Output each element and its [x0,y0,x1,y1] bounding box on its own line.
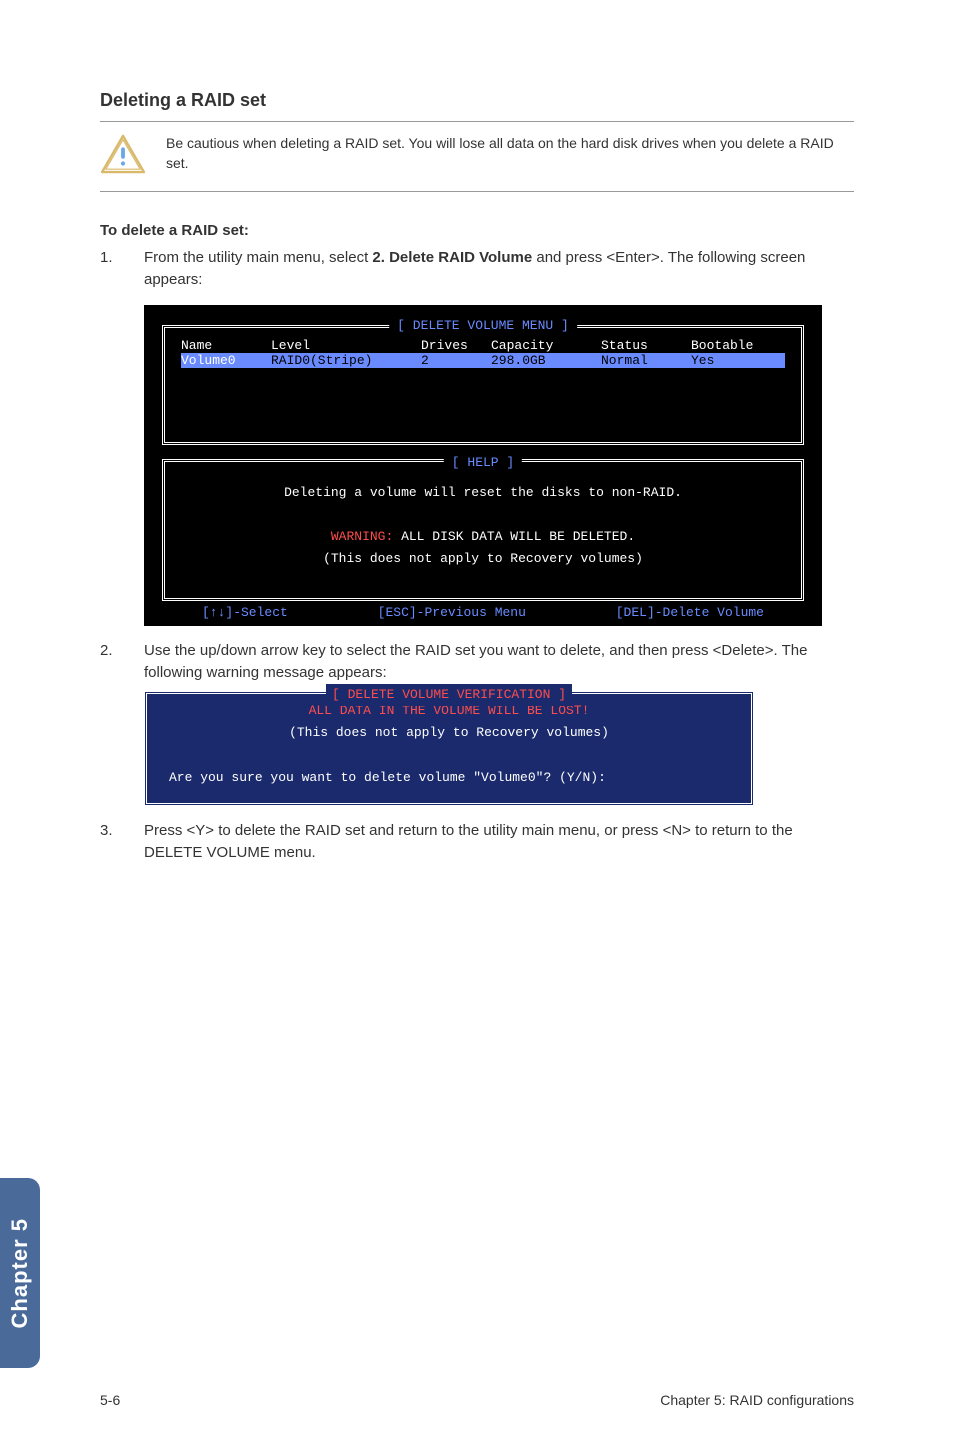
step-2-text: Use the up/down arrow key to select the … [144,640,854,684]
footer-delete: [DEL]-Delete Volume [616,605,764,620]
help-line-3: (This does not apply to Recovery volumes… [181,548,785,570]
sub-title: To delete a RAID set: [100,222,854,239]
col-status: Status [601,338,691,353]
step-1-number: 1. [100,247,120,291]
footer-previous: [ESC]-Previous Menu [378,605,526,620]
table-row[interactable]: Volume0 RAID0(Stripe) 2 298.0GB Normal Y… [181,353,785,368]
cell-name: Volume0 [181,353,271,368]
step-1-text: From the utility main menu, select 2. De… [144,247,854,291]
caution-text: Be cautious when deleting a RAID set. Yo… [166,134,854,173]
verify-dialog: [ DELETE VOLUME VERIFICATION ] ALL DATA … [144,691,754,805]
verify-line-2: (This does not apply to Recovery volumes… [169,722,729,744]
verify-title: [ DELETE VOLUME VERIFICATION ] [326,684,572,706]
col-drives: Drives [421,338,491,353]
page-footer: 5-6 Chapter 5: RAID configurations [100,1392,854,1408]
bios-delete-menu: [ DELETE VOLUME MENU ] Name Level Drives… [144,305,822,626]
col-name: Name [181,338,271,353]
col-bootable: Bootable [691,338,771,353]
cell-drives: 2 [421,353,491,368]
step-1-text-a: From the utility main menu, select [144,249,372,266]
cell-status: Normal [601,353,691,368]
help-line-1: Deleting a volume will reset the disks t… [181,482,785,504]
col-capacity: Capacity [491,338,601,353]
caution-icon [100,134,146,179]
section-title: Deleting a RAID set [100,90,854,111]
chapter-tab: Chapter 5 [0,1178,40,1368]
page-chapter-label: Chapter 5: RAID configurations [660,1392,854,1408]
delete-volume-title: [ DELETE VOLUME MENU ] [389,318,577,333]
bios-footer: [↑↓]-Select [ESC]-Previous Menu [DEL]-De… [162,601,804,620]
step-3-number: 3. [100,820,120,864]
divider-top [100,121,854,122]
verify-line-3: Are you sure you want to delete volume "… [169,767,729,789]
help-warning-text: ALL DISK DATA WILL BE DELETED. [393,529,635,544]
step-2-number: 2. [100,640,120,684]
col-level: Level [271,338,421,353]
page-number: 5-6 [100,1392,120,1408]
divider-bottom [100,191,854,192]
help-title: [ HELP ] [444,452,522,474]
step-1-text-bold: 2. Delete RAID Volume [372,249,532,266]
cell-bootable: Yes [691,353,771,368]
cell-capacity: 298.0GB [491,353,601,368]
help-warning-line: WARNING: ALL DISK DATA WILL BE DELETED. [181,526,785,548]
help-box: [ HELP ] Deleting a volume will reset th… [162,459,804,601]
step-3-text: Press <Y> to delete the RAID set and ret… [144,820,854,864]
footer-select: [↑↓]-Select [202,605,288,620]
help-warning-label: WARNING: [331,529,393,544]
table-header: Name Level Drives Capacity Status Bootab… [181,338,785,353]
chapter-tab-label: Chapter 5 [7,1218,33,1328]
delete-volume-box: [ DELETE VOLUME MENU ] Name Level Drives… [162,325,804,445]
cell-level: RAID0(Stripe) [271,353,421,368]
